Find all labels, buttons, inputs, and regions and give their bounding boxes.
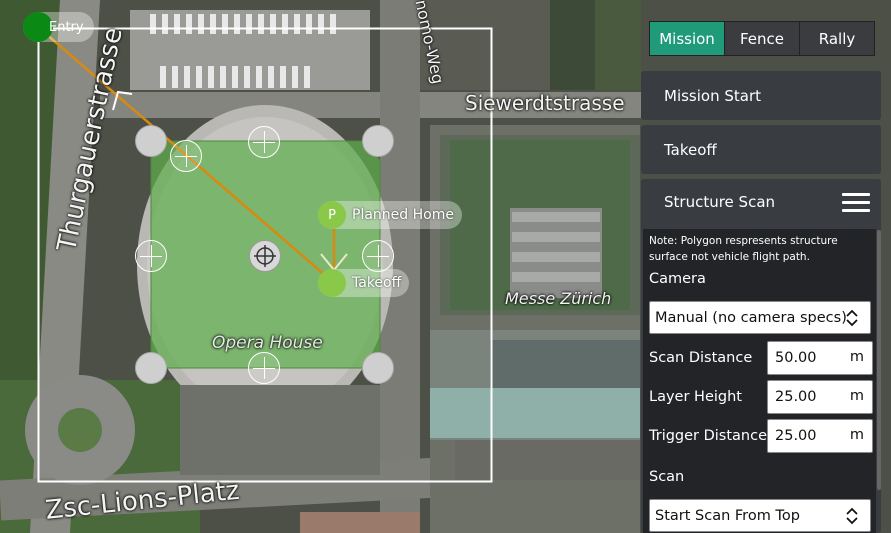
structure-scan-item: Structure Scan Note: Polygon respresents… <box>641 179 881 533</box>
polygon-vertex-handle[interactable] <box>135 352 167 384</box>
structure-scan-editor: Note: Polygon respresents structure surf… <box>643 229 876 533</box>
takeoff-pin[interactable]: Takeoff <box>318 269 410 297</box>
place-label-opera-house: Opera House <box>212 333 323 353</box>
takeoff-item[interactable]: Takeoff <box>641 125 881 174</box>
scan-start-value: Start Scan From Top <box>655 507 800 524</box>
entry-label: Entry <box>49 19 84 35</box>
takeoff-map-label: Takeoff <box>352 275 402 291</box>
street-label-siewerdtstrasse: Siewerdtstrasse <box>465 91 625 115</box>
polygon-vertex-handle[interactable] <box>135 125 167 157</box>
tab-rally[interactable]: Rally <box>800 22 874 55</box>
layer-height-unit: m <box>849 388 864 404</box>
hamburger-icon[interactable] <box>842 193 870 213</box>
polygon-note: Note: Polygon respresents structure surf… <box>649 235 838 263</box>
planned-home-pin[interactable]: P Planned Home <box>318 201 462 229</box>
scan-distance-label: Scan Distance <box>649 350 753 366</box>
scan-start-select[interactable]: Start Scan From Top <box>649 499 871 532</box>
layer-height-value: 25.00 <box>775 389 817 405</box>
updown-chevron-icon <box>846 309 858 327</box>
mission-editor-panel: Mission Fence Rally Mission Start Takeof… <box>641 0 891 533</box>
trigger-distance-value: 25.00 <box>775 428 817 444</box>
layer-height-label: Layer Height <box>649 389 742 405</box>
entry-point-pin[interactable]: Entry <box>23 12 94 42</box>
structure-scan-title[interactable]: Structure Scan <box>664 193 775 211</box>
trigger-distance-label: Trigger Distance <box>649 428 768 444</box>
updown-chevron-icon <box>846 507 858 525</box>
polygon-split-handle[interactable] <box>170 140 202 172</box>
scan-distance-unit: m <box>849 349 864 365</box>
place-label-messe-zurich: Messe Zürich <box>505 289 612 308</box>
polygon-vertex-handle[interactable] <box>362 352 394 384</box>
scan-distance-value: 50.00 <box>775 350 817 366</box>
mission-start-item[interactable]: Mission Start <box>641 71 881 120</box>
plan-type-tabs: Mission Fence Rally <box>649 21 875 56</box>
polygon-split-handle[interactable] <box>248 352 280 384</box>
camera-section-label: Camera <box>649 271 706 287</box>
takeoff-marker-icon <box>318 269 346 297</box>
tab-fence[interactable]: Fence <box>725 22 800 55</box>
tab-mission[interactable]: Mission <box>650 22 725 55</box>
trigger-distance-field[interactable]: 25.00 m <box>767 419 873 453</box>
polygon-vertex-handle[interactable] <box>362 125 394 157</box>
camera-select[interactable]: Manual (no camera specs) <box>649 301 871 334</box>
crosshair-icon <box>254 245 276 267</box>
polygon-split-handle[interactable] <box>135 240 167 272</box>
trigger-distance-unit: m <box>849 427 864 443</box>
planned-home-marker: P <box>318 201 346 229</box>
polygon-split-handle[interactable] <box>248 126 280 158</box>
panel-scrollbar[interactable] <box>877 230 881 490</box>
polygon-center-drag-handle[interactable] <box>249 240 281 272</box>
layer-height-field[interactable]: 25.00 m <box>767 380 873 414</box>
scan-section-label: Scan <box>649 469 685 485</box>
scan-distance-field[interactable]: 50.00 m <box>767 341 873 375</box>
polygon-split-handle[interactable] <box>362 240 394 272</box>
camera-select-value: Manual (no camera specs) <box>655 309 847 326</box>
planned-home-label: Planned Home <box>352 207 454 223</box>
